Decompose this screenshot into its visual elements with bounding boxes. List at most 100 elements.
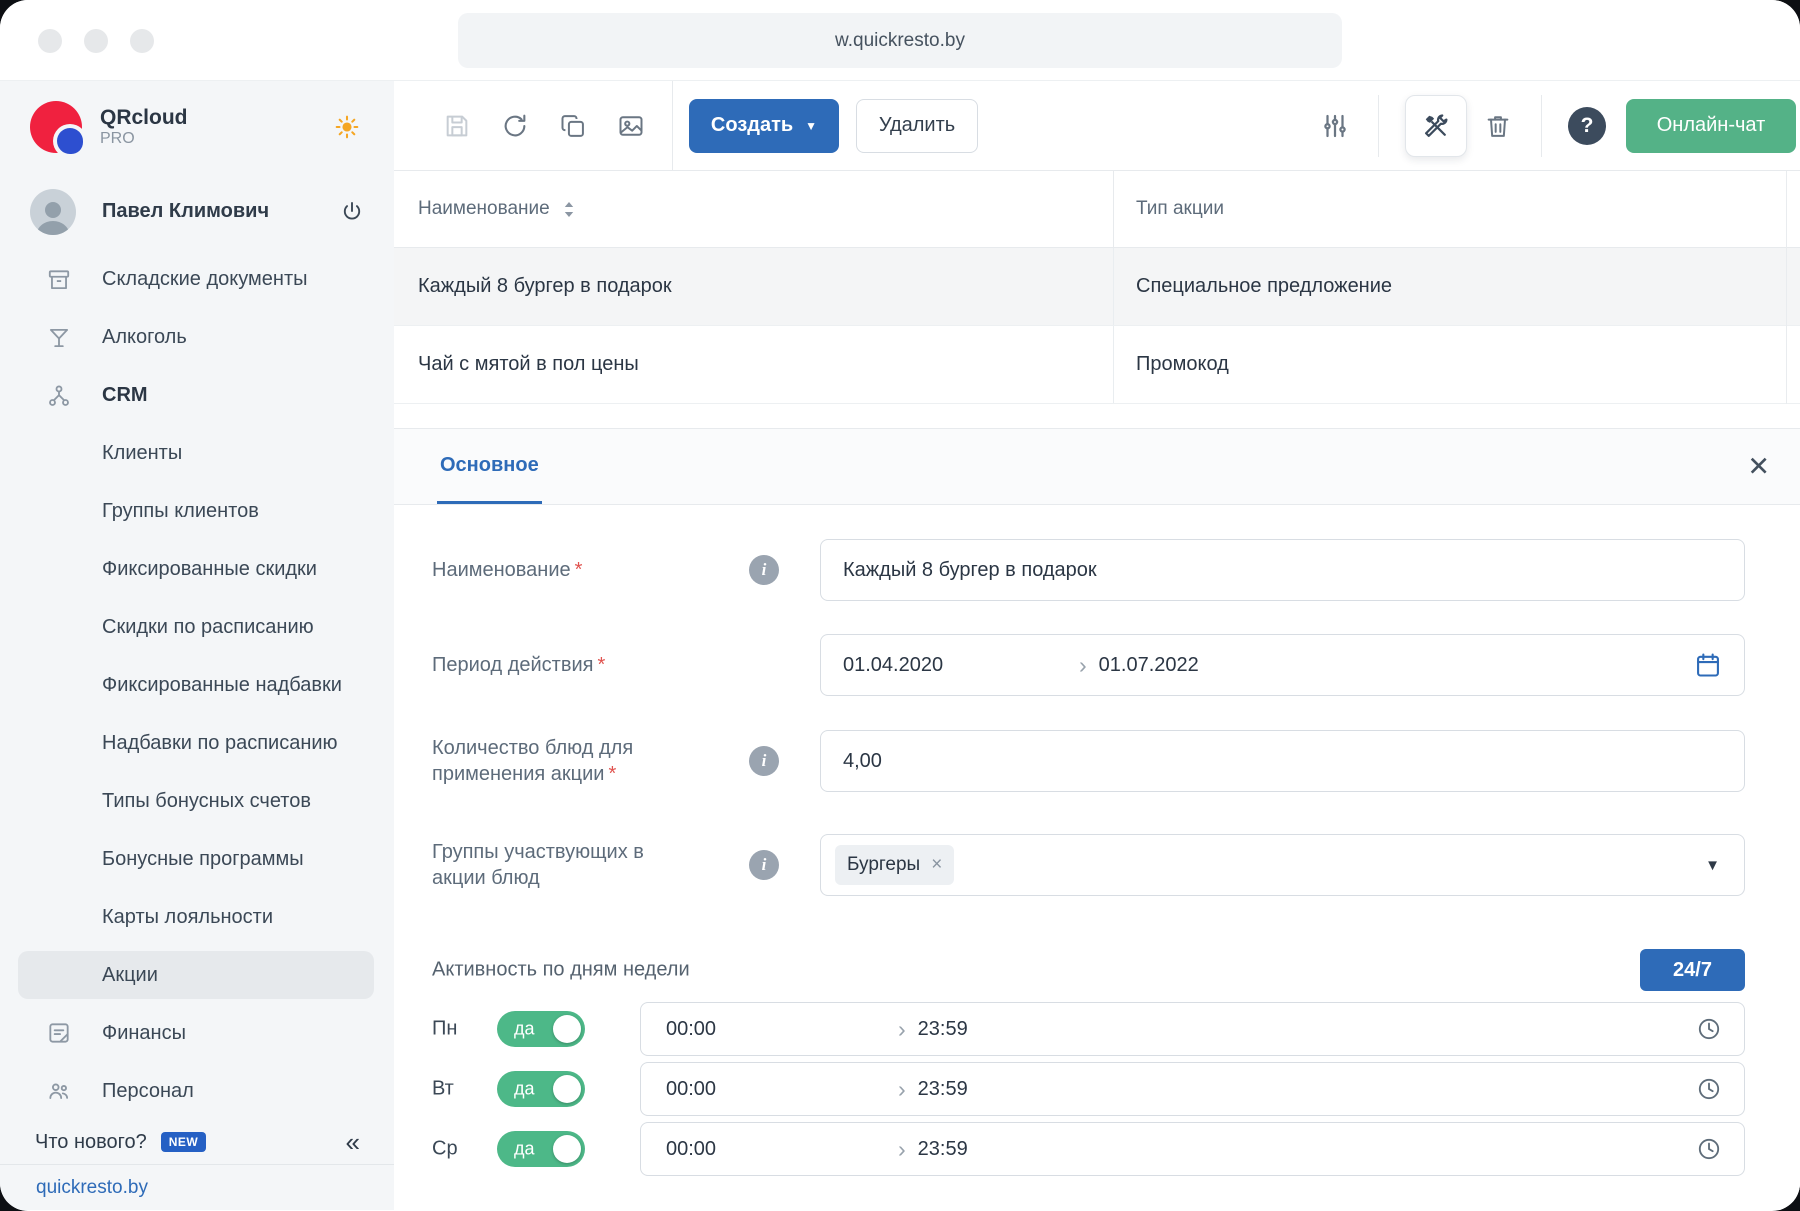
time-range-input[interactable]: 00:00 › 23:59 xyxy=(640,1002,1745,1056)
period-field-label: Период действия* xyxy=(432,652,682,678)
sort-icon[interactable] xyxy=(562,201,576,218)
image-icon[interactable] xyxy=(614,109,648,143)
chevron-right-icon: › xyxy=(898,1138,906,1161)
sidebar-item-alcohol[interactable]: Алкоголь xyxy=(0,309,394,367)
delete-button[interactable]: Удалить xyxy=(856,99,978,153)
save-icon[interactable] xyxy=(440,109,474,143)
groups-multiselect[interactable]: Бургеры × ▼ xyxy=(820,834,1745,896)
info-icon[interactable]: i xyxy=(749,555,779,585)
time-range-input[interactable]: 00:00 › 23:59 xyxy=(640,1122,1745,1176)
sidebar-item-fixed-surcharges[interactable]: Фиксированные надбавки xyxy=(0,657,394,715)
help-icon[interactable]: ? xyxy=(1568,107,1606,145)
time-to-value[interactable]: 23:59 xyxy=(918,1138,968,1161)
day-row-wed: Ср да 00:00 › 23:59 xyxy=(394,1122,1800,1176)
time-to-value[interactable]: 23:59 xyxy=(918,1018,968,1041)
quantity-field-label: Количество блюд для применения акции* xyxy=(432,735,682,787)
sidebar-item-staff[interactable]: Персонал xyxy=(0,1062,394,1120)
chevron-right-icon: › xyxy=(898,1018,906,1041)
required-mark: * xyxy=(575,559,583,581)
quickresto-link[interactable]: quickresto.by xyxy=(36,1177,148,1199)
group-tag-label: Бургеры xyxy=(847,854,920,876)
theme-brightness-icon[interactable] xyxy=(334,114,360,140)
user-row[interactable]: Павел Климович xyxy=(0,173,394,251)
close-icon[interactable]: ✕ xyxy=(1747,451,1770,482)
create-button[interactable]: Создать ▼ xyxy=(689,99,839,153)
time-from-value[interactable]: 00:00 xyxy=(666,1138,898,1161)
sidebar-item-crm[interactable]: CRM xyxy=(0,367,394,425)
sidebar-item-scheduled-discounts[interactable]: Скидки по расписанию xyxy=(0,599,394,657)
caret-down-icon[interactable]: ▼ xyxy=(1705,857,1720,874)
sidebar-item-scheduled-surcharges[interactable]: Надбавки по расписанию xyxy=(0,714,394,772)
table-row[interactable]: Чай с мятой в пол цены Промокод xyxy=(394,326,1800,404)
sidebar-item-client-groups[interactable]: Группы клиентов xyxy=(0,483,394,541)
tag-remove-icon[interactable]: × xyxy=(931,854,942,876)
filter-sliders-icon[interactable] xyxy=(1318,109,1352,143)
group-tag: Бургеры × xyxy=(835,845,954,885)
warehouse-icon xyxy=(44,267,74,293)
window-controls xyxy=(38,29,154,53)
address-bar-url: w.quickresto.by xyxy=(835,30,965,52)
clock-icon[interactable] xyxy=(1696,1136,1722,1162)
field-quantity-row: Количество блюд для применения акции* i xyxy=(394,730,1800,792)
time-from-value[interactable]: 00:00 xyxy=(666,1078,898,1101)
browser-bar: w.quickresto.by xyxy=(0,0,1800,81)
sidebar-item-bonus-account-types[interactable]: Типы бонусных счетов xyxy=(0,772,394,830)
quantity-input[interactable] xyxy=(820,730,1745,792)
column-header-type: Тип акции xyxy=(1113,171,1800,247)
promotions-table: Наименование Тип акции Каждый 8 бургер в… xyxy=(394,171,1800,404)
activity-label: Активность по дням недели xyxy=(432,959,690,982)
sidebar-item-loyalty-cards[interactable]: Карты лояльности xyxy=(0,888,394,946)
calendar-icon[interactable] xyxy=(1694,651,1722,679)
tab-general[interactable]: Основное xyxy=(437,429,542,504)
refresh-icon[interactable] xyxy=(498,109,532,143)
sidebar-item-bonus-programs[interactable]: Бонусные программы xyxy=(0,830,394,888)
scrollbar-track[interactable] xyxy=(1786,171,1787,404)
name-field-label: Наименование* xyxy=(432,557,682,583)
period-to-value[interactable]: 01.07.2022 xyxy=(1099,654,1199,677)
sidebar-item-label: Складские документы xyxy=(102,268,307,291)
period-range-input[interactable]: 01.04.2020 › 01.07.2022 xyxy=(820,634,1745,696)
day-toggle[interactable]: да xyxy=(497,1011,585,1047)
sidebar-collapse-icon[interactable]: « xyxy=(346,1129,360,1155)
sidebar-item-label: Фиксированные надбавки xyxy=(102,674,342,697)
tools-button[interactable] xyxy=(1405,95,1467,157)
day-toggle[interactable]: да xyxy=(497,1131,585,1167)
activity-header-row: Активность по дням недели 24/7 xyxy=(394,949,1800,991)
activity-24-7-button[interactable]: 24/7 xyxy=(1640,949,1745,991)
period-from-value[interactable]: 01.04.2020 xyxy=(843,654,1079,677)
window-close-button[interactable] xyxy=(38,29,62,53)
cell-type: Специальное предложение xyxy=(1113,248,1800,325)
info-icon[interactable]: i xyxy=(749,746,779,776)
address-bar[interactable]: w.quickresto.by xyxy=(458,13,1342,68)
trash-icon[interactable] xyxy=(1481,109,1515,143)
window-zoom-button[interactable] xyxy=(130,29,154,53)
column-header-type-label: Тип акции xyxy=(1136,198,1224,220)
logout-power-icon[interactable] xyxy=(340,200,364,224)
time-from-value[interactable]: 00:00 xyxy=(666,1018,898,1041)
online-chat-button[interactable]: Онлайн-чат xyxy=(1626,99,1796,153)
sidebar-item-warehouse-docs[interactable]: Складские документы xyxy=(0,251,394,309)
sidebar-item-promotions[interactable]: Акции xyxy=(18,951,374,999)
table-row[interactable]: Каждый 8 бургер в подарок Специальное пр… xyxy=(394,248,1800,326)
copy-icon[interactable] xyxy=(556,109,590,143)
window-minimize-button[interactable] xyxy=(84,29,108,53)
caret-down-icon: ▼ xyxy=(805,119,817,133)
clock-icon[interactable] xyxy=(1696,1076,1722,1102)
sidebar-item-fixed-discounts[interactable]: Фиксированные скидки xyxy=(0,541,394,599)
time-range-input[interactable]: 00:00 › 23:59 xyxy=(640,1062,1745,1116)
user-avatar xyxy=(30,189,76,235)
sidebar-item-finance[interactable]: Финансы xyxy=(0,1004,394,1062)
clock-icon[interactable] xyxy=(1696,1016,1722,1042)
table-header-row: Наименование Тип акции xyxy=(394,171,1800,248)
day-label: Вт xyxy=(432,1078,454,1101)
whats-new-row[interactable]: Что нового? NEW « xyxy=(0,1120,394,1164)
name-input[interactable] xyxy=(820,539,1745,601)
day-toggle[interactable]: да xyxy=(497,1071,585,1107)
org-chart-icon xyxy=(44,383,74,409)
toolbar-divider xyxy=(1541,95,1542,157)
info-icon[interactable]: i xyxy=(749,850,779,880)
time-to-value[interactable]: 23:59 xyxy=(918,1078,968,1101)
sidebar-item-label: Персонал xyxy=(102,1080,194,1103)
sidebar-item-label: Бонусные программы xyxy=(102,848,304,871)
sidebar-item-clients[interactable]: Клиенты xyxy=(0,425,394,483)
